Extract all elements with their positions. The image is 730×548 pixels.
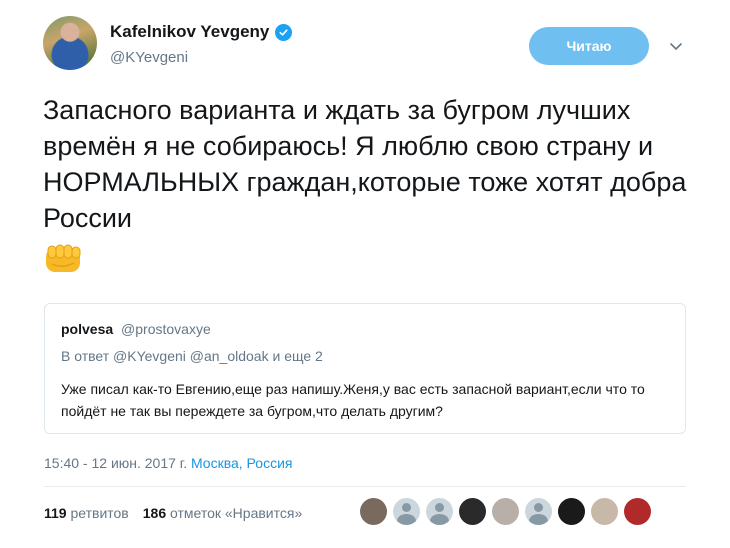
liker-avatar-2[interactable] — [393, 498, 420, 525]
quoted-author-handle: @prostovaxye — [121, 321, 211, 337]
divider — [44, 486, 686, 487]
likes-count: 186 — [142, 505, 167, 521]
liker-avatar-1[interactable] — [360, 498, 387, 525]
quoted-text: Уже писал как-то Евгению,еще раз напишу.… — [61, 381, 645, 419]
author-name[interactable]: Kafelnikov Yevgeny — [110, 22, 269, 42]
tweet-text: Запасного варианта и ждать за бугром луч… — [43, 95, 687, 233]
tweet-datetime[interactable]: 15:40 - 12 июн. 2017 г. — [44, 455, 187, 471]
liker-avatar-9[interactable] — [624, 498, 651, 525]
author-handle[interactable]: @KYevgeni — [110, 49, 188, 66]
retweets-count: 119 — [44, 505, 67, 521]
liker-avatar-5[interactable] — [492, 498, 519, 525]
fist-emoji-icon — [46, 244, 81, 272]
quoted-author-name: polvesa — [61, 321, 114, 337]
liker-avatar-7[interactable] — [558, 498, 585, 525]
verified-badge-icon — [275, 23, 293, 41]
author-avatar[interactable] — [43, 16, 97, 70]
quoted-author-row: polvesa @prostovaxye — [61, 321, 211, 337]
likes-stat[interactable]: 186 отметок «Нравится» — [143, 505, 303, 521]
tweet-location[interactable]: Москва, Россия — [191, 455, 293, 471]
liker-avatar-4[interactable] — [459, 498, 486, 525]
likers-avatars — [360, 498, 651, 525]
tweet-stats: 119 ретвитов 186 отметок «Нравится» — [44, 505, 302, 521]
tweet-meta: 15:40 - 12 июн. 2017 г. Москва, Россия — [44, 455, 292, 471]
quoted-tweet[interactable]: polvesa @prostovaxye В ответ @KYevgeni @… — [44, 303, 686, 434]
retweets-stat[interactable]: 119 ретвитов — [44, 505, 129, 521]
chevron-down-icon[interactable] — [668, 38, 684, 54]
retweets-label: ретвитов — [70, 505, 129, 521]
quoted-reply-to: В ответ @KYevgeni @an_oldoak и еще 2 — [61, 348, 323, 364]
liker-avatar-6[interactable] — [525, 498, 552, 525]
author-name-row: Kafelnikov Yevgeny — [110, 22, 293, 42]
liker-avatar-8[interactable] — [591, 498, 618, 525]
following-button[interactable]: Читаю — [529, 27, 649, 65]
likes-label: отметок «Нравится» — [170, 505, 303, 521]
liker-avatar-3[interactable] — [426, 498, 453, 525]
